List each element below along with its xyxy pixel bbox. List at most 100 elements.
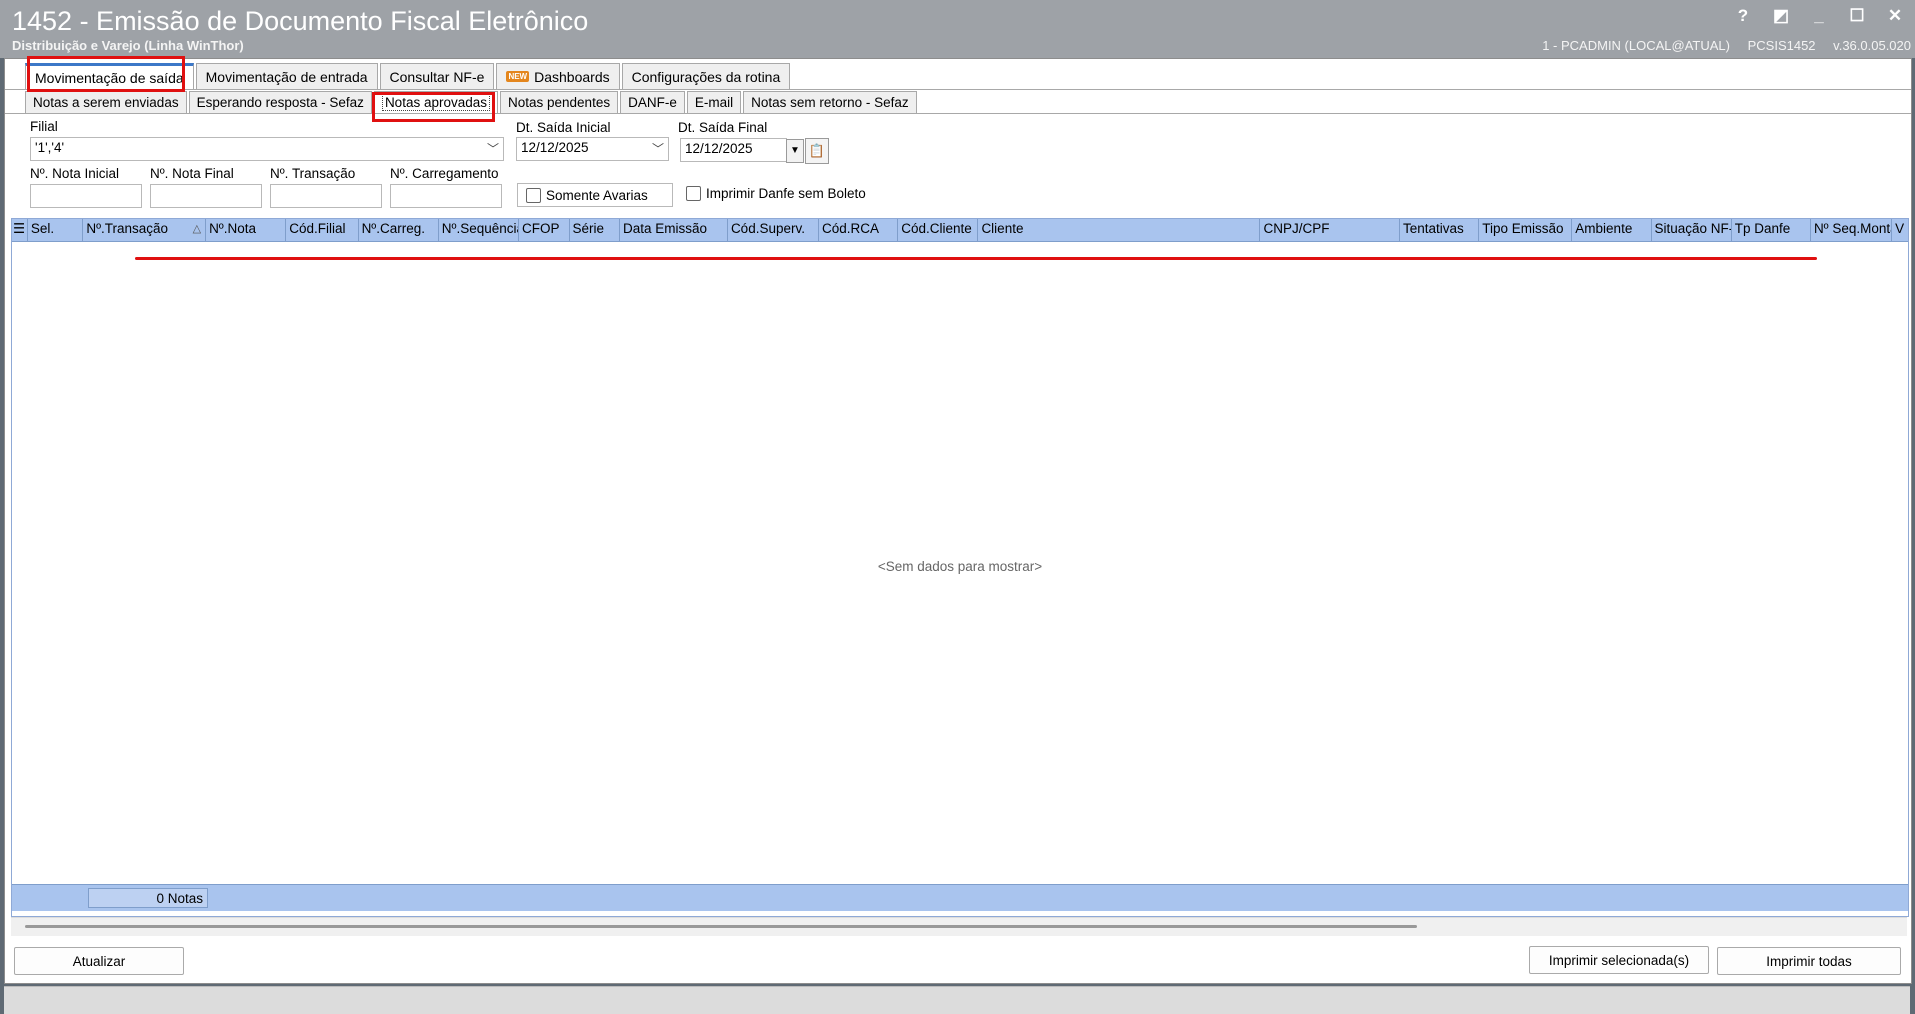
tab-label: Notas aprovadas [381,94,490,111]
column-header[interactable]: Nº.Nota [206,219,287,241]
tab-dashboards[interactable]: NEW Dashboards [496,63,620,89]
chevron-down-icon[interactable]: ﹀ [652,140,664,157]
window-subtitle: Distribuição e Varejo (Linha WinThor) [12,38,244,53]
column-chooser-icon[interactable]: ☰ [12,219,28,241]
tab-consultar-nfe[interactable]: Consultar NF-e [379,63,495,89]
tab-label: Consultar NF-e [389,68,485,85]
column-header[interactable]: Tp Danfe [1732,219,1811,241]
tab-divider [5,113,1911,114]
transacao-input[interactable] [270,184,382,208]
imprimir-danfe-label: Imprimir Danfe sem Boleto [706,186,866,201]
imprimir-selecionadas-button[interactable]: Imprimir selecionada(s) [1529,946,1709,974]
main-panel: Movimentação de saída Movimentação de en… [4,56,1912,984]
status-bar [4,986,1910,1014]
notes-grid[interactable]: ☰ Sel. Nº.Transação △ Nº.Nota Cód.Filial … [11,218,1909,917]
grid-header: ☰ Sel. Nº.Transação △ Nº.Nota Cód.Filial … [12,219,1908,242]
checkbox-box[interactable] [526,187,541,203]
tab-notas-serem-enviadas[interactable]: Notas a serem enviadas [25,91,187,113]
dt-final-label: Dt. Saída Final [678,120,768,135]
transacao-label: Nº. Transação [270,166,356,181]
column-header[interactable]: Nº.Sequência [439,219,519,241]
column-header-sorted[interactable]: Nº.Transação △ [83,219,207,241]
sub-tabs: Notas a serem enviadas Esperando respost… [25,91,919,113]
dt-final-field[interactable]: 12/12/2025 [680,138,787,162]
atualizar-button[interactable]: Atualizar [14,947,184,975]
status-version: v.36.0.05.020 [1833,38,1911,53]
nota-inicial-input[interactable] [30,184,142,208]
notes-count: 0 Notas [88,888,208,908]
tab-label: Notas pendentes [508,95,611,110]
column-header[interactable]: Nº Seq.Montagem [1811,219,1893,241]
somente-avarias-checkbox[interactable]: Somente Avarias [517,183,673,207]
tab-configuracoes[interactable]: Configurações da rotina [621,63,791,89]
tab-notas-aprovadas[interactable]: Notas aprovadas [373,91,498,113]
highlight-underline [135,257,1817,260]
dt-inicial-label: Dt. Saída Inicial [516,120,611,135]
column-header[interactable]: Data Emissão [620,219,728,241]
nota-inicial-label: Nº. Nota Inicial [30,166,119,181]
column-header[interactable]: CFOP [519,219,570,241]
new-badge-icon: NEW [506,71,530,82]
chevron-down-icon[interactable]: ﹀ [487,140,499,157]
column-header[interactable]: Cód.Filial [286,219,359,241]
column-header[interactable]: CNPJ/CPF [1260,219,1401,241]
column-header[interactable]: Sel. [28,219,84,241]
column-header[interactable]: Cliente [978,219,1261,241]
carregamento-label: Nº. Carregamento [390,166,499,181]
status-routine: PCSIS1452 [1747,38,1816,53]
tab-notas-sem-retorno[interactable]: Notas sem retorno - Sefaz [743,91,917,113]
column-header[interactable]: Cód.Superv. [728,219,820,241]
tab-notas-pendentes[interactable]: Notas pendentes [500,91,619,113]
column-header[interactable]: Tentativas [1400,219,1480,241]
imprimir-danfe-checkbox[interactable]: Imprimir Danfe sem Boleto [686,186,866,201]
main-tabs: Movimentação de saída Movimentação de en… [25,63,792,89]
somente-avarias-label: Somente Avarias [546,187,648,203]
calendar-icon[interactable]: 📋 [805,138,829,164]
empty-grid-message: <Sem dados para mostrar> [877,559,1043,574]
column-header[interactable]: Nº.Carreg. [359,219,439,241]
column-header[interactable]: Cód.Cliente [898,219,979,241]
tab-label: Dashboards [534,68,610,85]
imprimir-todas-button[interactable]: Imprimir todas [1717,947,1901,975]
tab-movimentacao-saida[interactable]: Movimentação de saída [25,63,194,89]
filial-value: '1','4' [35,140,65,155]
dt-final-value: 12/12/2025 [685,141,753,156]
carregamento-input[interactable] [390,184,502,208]
column-header[interactable]: Cód.RCA [819,219,899,241]
filial-label: Filial [30,119,58,134]
column-header[interactable]: V [1892,219,1908,241]
filial-combo[interactable]: '1','4' ﹀ [30,137,504,161]
dt-inicial-combo[interactable]: 12/12/2025 ﹀ [516,137,669,161]
column-header[interactable]: Tipo Emissão [1479,219,1573,241]
tab-label: E-mail [694,95,734,110]
tab-label: Movimentação de saída [35,69,184,86]
maximize-icon[interactable]: ☐ [1847,6,1867,26]
column-header[interactable]: Ambiente [1572,219,1652,241]
window-title: 1452 - Emissão de Documento Fiscal Eletr… [12,6,589,36]
tab-label: Notas a serem enviadas [33,95,179,110]
close-icon[interactable]: ✕ [1885,6,1905,26]
column-label: Nº.Transação [86,221,169,236]
tab-esperando-resposta[interactable]: Esperando resposta - Sefaz [188,91,372,113]
status-info: 1 - PCADMIN (LOCAL@ATUAL) PCSIS1452 v.36… [1528,38,1911,53]
tab-email[interactable]: E-mail [686,91,742,113]
column-header[interactable]: Situação NF-e [1652,219,1732,241]
tab-label: Notas sem retorno - Sefaz [751,95,909,110]
dt-inicial-value: 12/12/2025 [521,140,589,155]
restore-icon[interactable]: ◩ [1771,6,1791,26]
status-user: 1 - PCADMIN (LOCAL@ATUAL) [1542,38,1730,53]
minimize-icon[interactable]: _ [1809,6,1829,26]
nota-final-label: Nº. Nota Final [150,166,234,181]
tab-movimentacao-entrada[interactable]: Movimentação de entrada [195,63,378,89]
nota-final-input[interactable] [150,184,262,208]
checkbox-box[interactable] [686,186,701,201]
tab-label: DANF-e [628,95,677,110]
date-dropdown-icon[interactable]: ▼ [786,139,804,163]
tab-danfe[interactable]: DANF-e [620,91,685,113]
scrollbar-thumb[interactable] [25,925,1417,928]
sort-asc-icon: △ [192,223,202,235]
help-icon[interactable]: ? [1733,6,1753,26]
window-controls: ? ◩ _ ☐ ✕ [1733,6,1905,26]
tab-label: Movimentação de entrada [205,68,368,85]
column-header[interactable]: Série [570,219,621,241]
